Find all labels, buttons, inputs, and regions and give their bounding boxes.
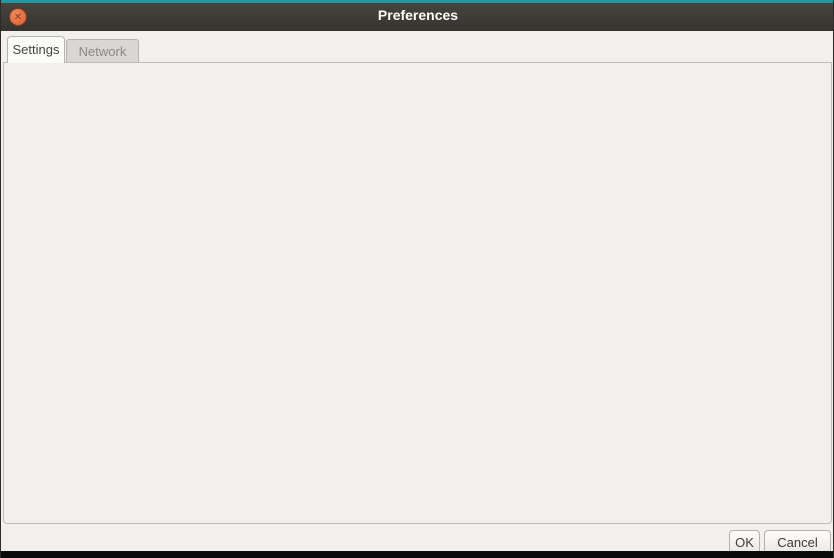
preferences-dialog: Preferences ✕ Settings Network Sketchboo… (0, 0, 834, 558)
settings-panel (3, 62, 832, 524)
tab-settings[interactable]: Settings (7, 36, 65, 63)
titlebar-accent-strip (1, 0, 834, 3)
window-title: Preferences (1, 7, 834, 23)
titlebar[interactable]: Preferences ✕ (1, 0, 834, 31)
tab-network[interactable]: Network (66, 39, 139, 63)
window-bottom-edge (1, 551, 834, 558)
close-icon[interactable]: ✕ (9, 8, 27, 26)
